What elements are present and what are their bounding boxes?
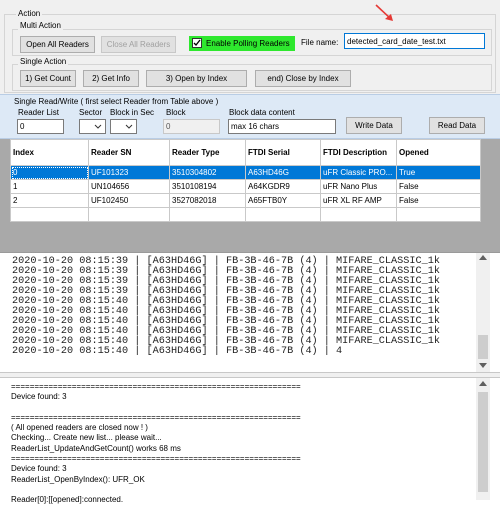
table-row[interactable]: 1 UN104656 3510108194 A64KGDR9 uFR Nano … — [10, 179, 481, 194]
status-log-line: Device found: 3 — [11, 464, 67, 474]
status-log-line — [11, 403, 301, 413]
table-cell-opened[interactable]: False — [396, 179, 481, 194]
open-by-index-button[interactable]: 3) Open by Index — [146, 70, 247, 87]
table-cell-index[interactable]: 0 — [10, 165, 89, 180]
status-log-scrollbar[interactable] — [476, 378, 490, 500]
status-log-line: ========================================… — [11, 412, 301, 422]
status-log-line: ========================================… — [11, 382, 301, 391]
table-cell-index[interactable]: 2 — [10, 193, 89, 208]
status-log-area[interactable]: ========================================… — [0, 378, 500, 504]
table-cell-empty[interactable] — [396, 207, 481, 222]
scrollbar-thumb[interactable] — [478, 335, 488, 359]
status-log-line: Reader[0]:[[opened]:connected. — [11, 495, 124, 505]
single-rw-title: Single Read/Write ( first select Reader … — [14, 97, 219, 106]
column-header-ftdi-serial[interactable]: FTDI Serial — [245, 139, 321, 166]
table-cell-ftdi-description[interactable]: uFR XL RF AMP — [320, 193, 397, 208]
status-log-text: ========================================… — [11, 382, 301, 506]
column-header-reader-sn[interactable]: Reader SN — [88, 139, 170, 166]
open-all-readers-button[interactable]: Open All Readers — [20, 36, 95, 53]
reader-list-input[interactable]: 0 — [17, 119, 64, 134]
block-data-label: Block data content — [229, 108, 295, 117]
table-cell-index[interactable]: 1 — [10, 179, 89, 194]
table-cell-reader-sn[interactable]: UN104656 — [88, 179, 170, 194]
table-cell-reader-type[interactable]: 3510304802 — [169, 165, 246, 180]
column-header-ftdi-description[interactable]: FTDI Description — [320, 139, 397, 166]
status-log-line — [11, 485, 301, 495]
scroll-up-arrow-icon[interactable] — [479, 255, 487, 260]
scroll-down-arrow-icon[interactable] — [479, 363, 487, 368]
scrollbar-thumb[interactable] — [478, 392, 488, 492]
close-by-index-button[interactable]: end) Close by Index — [255, 70, 351, 87]
table-row[interactable]: 0 UF101323 3510304802 A63HD46G uFR Class… — [10, 165, 481, 180]
checkmark-icon — [193, 39, 201, 46]
scroll-up-arrow-icon[interactable] — [479, 381, 487, 386]
column-header-reader-type[interactable]: Reader Type — [169, 139, 246, 166]
get-count-button[interactable]: 1) Get Count — [20, 70, 76, 87]
block-label: Block — [166, 108, 186, 117]
card-log-scrollbar[interactable] — [476, 253, 490, 372]
table-cell-ftdi-serial[interactable]: A65FTB0Y — [245, 193, 321, 208]
block-input[interactable]: 0 — [163, 119, 220, 134]
status-log-line: ReaderList_UpdateAndGetCount() works 68 … — [11, 443, 181, 453]
status-log-line: Device found: 3 — [11, 392, 67, 402]
reader-table-header: Index Reader SN Reader Type FTDI Serial … — [10, 139, 481, 166]
table-cell-opened[interactable]: False — [396, 193, 481, 208]
status-log-line: Checking... Create new list... please wa… — [11, 433, 162, 443]
table-cell-reader-sn[interactable]: UF102450 — [88, 193, 170, 208]
table-cell-opened[interactable]: True — [396, 165, 481, 180]
table-cell-reader-type[interactable]: 3527082018 — [169, 193, 246, 208]
table-cell-ftdi-description[interactable]: uFR Nano Plus — [320, 179, 397, 194]
table-cell-empty[interactable] — [88, 207, 170, 222]
reader-table-wrapper: Index Reader SN Reader Type FTDI Serial … — [10, 139, 481, 222]
table-cell-empty[interactable] — [10, 207, 89, 222]
sector-select[interactable] — [79, 119, 106, 134]
table-cell-empty[interactable] — [320, 207, 397, 222]
table-cell-ftdi-description[interactable]: uFR Classic PRO... — [320, 165, 397, 180]
status-log-line: ========================================… — [11, 454, 301, 464]
table-row[interactable]: 2 UF102450 3527082018 A65FTB0Y uFR XL RF… — [10, 193, 481, 208]
table-cell-reader-sn[interactable]: UF101323 — [88, 165, 170, 180]
reader-list-label: Reader List — [18, 108, 59, 117]
chevron-down-icon — [94, 124, 102, 129]
action-title: Action — [16, 9, 43, 18]
multi-action-title: Multi Action — [18, 21, 63, 30]
file-name-label: File name: — [301, 38, 339, 47]
read-data-button[interactable]: Read Data — [429, 117, 485, 134]
status-log-line: ReaderList_OpenByIndex(): UFR_OK — [11, 474, 145, 484]
card-log-area[interactable]: 2020-10-20 08:15:39 | [A63HD46G] | FB-3B… — [0, 252, 500, 372]
status-log-line: ( All opened readers are closed now ! ) — [11, 423, 148, 433]
sector-label: Sector — [79, 108, 103, 117]
table-cell-empty[interactable] — [169, 207, 246, 222]
block-data-input[interactable]: max 16 chars — [228, 119, 336, 134]
table-cell-empty[interactable] — [245, 207, 321, 222]
close-all-readers-button[interactable]: Close All Readers — [101, 36, 176, 53]
column-header-index[interactable]: Index — [10, 139, 89, 166]
column-header-opened[interactable]: Opened — [396, 139, 481, 166]
table-cell-ftdi-serial[interactable]: A64KGDR9 — [245, 179, 321, 194]
single-action-title: Single Action — [18, 57, 69, 66]
write-data-button[interactable]: Write Data — [346, 117, 402, 134]
table-cell-ftdi-serial[interactable]: A63HD46G — [245, 165, 321, 180]
get-info-button[interactable]: 2) Get Info — [83, 70, 139, 87]
card-log-text: 2020-10-20 08:15:39 | [A63HD46G] | FB-3B… — [12, 256, 440, 357]
file-name-input[interactable]: detected_card_date_test.txt — [344, 33, 485, 49]
table-row-new[interactable] — [10, 207, 481, 222]
block-in-sec-select[interactable] — [110, 119, 137, 134]
enable-polling-checkbox[interactable] — [192, 38, 202, 48]
card-log-line: 2020-10-20 08:15:40 | [A63HD46G] | FB-3B… — [12, 346, 343, 357]
chevron-down-icon — [125, 124, 133, 129]
enable-polling-checkbox-wrapper[interactable]: Enable Polling Readers — [189, 36, 295, 51]
annotation-arrow-icon — [375, 4, 393, 21]
table-cell-reader-type[interactable]: 3510108194 — [169, 179, 246, 194]
enable-polling-label: Enable Polling Readers — [206, 39, 290, 48]
block-in-sec-label: Block in Sec — [110, 108, 155, 117]
reader-table: Index Reader SN Reader Type FTDI Serial … — [10, 139, 481, 222]
